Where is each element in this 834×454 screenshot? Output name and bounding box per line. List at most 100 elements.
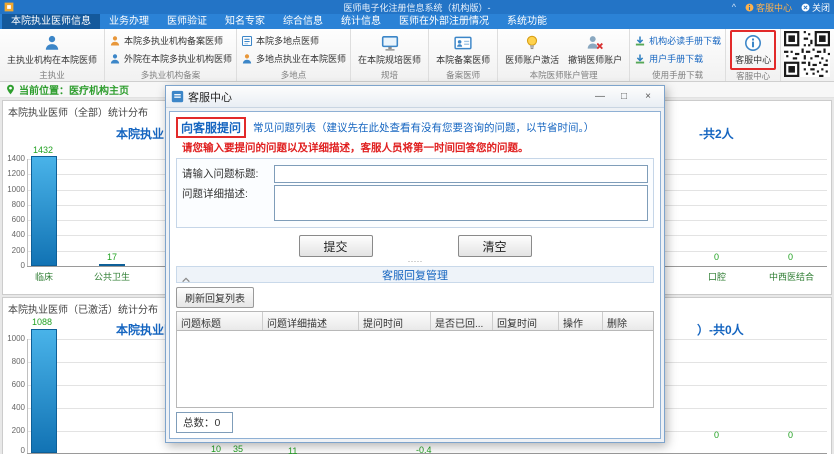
button-institution-manual-download[interactable]: 机构必读手册下载 bbox=[634, 34, 721, 47]
button-user-manual-download[interactable]: 用户手册下载 bbox=[634, 52, 721, 65]
tab-physician-verify[interactable]: 医师验证 bbox=[158, 14, 216, 29]
id-card-icon bbox=[454, 34, 472, 52]
partial-value-label: 35 bbox=[233, 444, 243, 454]
y-tick-label: 200 bbox=[3, 246, 25, 256]
tab-system-functions[interactable]: 系统功能 bbox=[498, 14, 556, 29]
y-tick-label: 0 bbox=[3, 261, 25, 271]
column-header-question-desc[interactable]: 问题详细描述 bbox=[263, 312, 359, 330]
reply-management-header[interactable]: 客服回复管理 bbox=[176, 266, 654, 283]
column-header-replied[interactable]: 是否已回... bbox=[431, 312, 493, 330]
person-icon bbox=[109, 53, 121, 65]
partial-value-label: 10 bbox=[211, 444, 221, 454]
bar-value-label: 17 bbox=[107, 252, 117, 262]
ribbon-group-label: 客服中心 bbox=[730, 70, 776, 82]
ask-service-link[interactable]: 向客服提问 bbox=[176, 117, 246, 138]
tab-hospital-physician-info[interactable]: 本院执业医师信息 bbox=[2, 14, 100, 29]
clear-button[interactable]: 清空 bbox=[458, 235, 532, 257]
ribbon-group-label: 备案医师 bbox=[433, 69, 493, 81]
submit-button[interactable]: 提交 bbox=[299, 235, 373, 257]
dialog-body: 向客服提问 常见问题列表（建议先在此处查看有没有您要咨询的问题，以节省时间。） … bbox=[169, 111, 661, 439]
ribbon-group-multi-site: 本院多地点医师 多地点执业在本院医师 多地点 bbox=[237, 29, 351, 81]
partial-value-label: 11 bbox=[288, 446, 297, 454]
app-icon bbox=[4, 2, 14, 12]
y-tick-label: 200 bbox=[3, 426, 25, 436]
button-activate-physician-account[interactable]: 医师账户激活 bbox=[502, 32, 562, 68]
revoke-user-icon bbox=[586, 34, 604, 52]
bar-value-label: 1432 bbox=[33, 145, 53, 155]
partial-value-label: 0 bbox=[714, 430, 719, 440]
chart-title-right: -共2人 bbox=[699, 125, 734, 142]
y-tick-label: 1000 bbox=[3, 334, 25, 344]
button-external-multi-institution[interactable]: 外院在本院多执业机构医师 bbox=[109, 52, 232, 65]
question-desc-textarea[interactable] bbox=[274, 185, 648, 221]
question-title-input[interactable] bbox=[274, 165, 648, 183]
button-multi-institution-filed[interactable]: 本院多执业机构备案医师 bbox=[109, 34, 232, 47]
window-title: 医师电子化注册信息系统（机构版）- bbox=[344, 1, 491, 14]
bulb-icon bbox=[523, 34, 541, 52]
location-pin-icon bbox=[5, 84, 16, 95]
chart-title-left: 本院执业 bbox=[116, 125, 164, 142]
button-multi-site-in-hospital[interactable]: 多地点执业在本院医师 bbox=[241, 52, 346, 65]
panel-caption: 本院执业医师（已激活）统计分布 bbox=[8, 301, 158, 316]
service-center-dialog: 客服中心 — □ × 向客服提问 常见问题列表（建议先在此处查看有没有您要咨询的… bbox=[165, 85, 665, 443]
tab-business[interactable]: 业务办理 bbox=[100, 14, 158, 29]
titlebar-service-center-button[interactable]: 客服中心 bbox=[745, 1, 792, 14]
tab-statistics[interactable]: 统计信息 bbox=[332, 14, 390, 29]
column-header-reply-time[interactable]: 回复时间 bbox=[493, 312, 559, 330]
refresh-reply-list-button[interactable]: 刷新回复列表 bbox=[176, 287, 254, 308]
bar-clinical bbox=[31, 156, 57, 266]
reply-table-body bbox=[177, 331, 653, 407]
y-tick-label: 800 bbox=[3, 200, 25, 210]
x-category-label: 公共卫生 bbox=[94, 270, 130, 283]
panel-caption: 本院执业医师（全部）统计分布 bbox=[8, 104, 148, 119]
close-icon bbox=[801, 3, 810, 12]
bar-value-label: 1088 bbox=[32, 317, 52, 327]
partial-value-label: 0 bbox=[788, 430, 793, 440]
button-hospital-filed-physicians[interactable]: 本院备案医师 bbox=[433, 32, 493, 68]
reply-table-header: 问题标题 问题详细描述 提问时间 是否已回... 回复时间 操作 删除 bbox=[177, 312, 653, 331]
question-desc-label: 问题详细描述: bbox=[182, 185, 274, 203]
ribbon-group-service-center: 客服中心 客服中心 bbox=[726, 29, 781, 81]
bar-public-health bbox=[99, 264, 125, 266]
ribbon-group-manual-download: 机构必读手册下载 用户手册下载 使用手册下载 bbox=[630, 29, 726, 81]
notice-text: 请您输入要提问的问题以及详细描述，客服人员将第一时间回答您的问题。 bbox=[182, 140, 654, 155]
button-revoke-physician-account[interactable]: 撤销医师账户 bbox=[565, 32, 625, 68]
y-tick-label: 1000 bbox=[3, 185, 25, 195]
y-axis-line bbox=[27, 159, 28, 266]
person-icon bbox=[241, 53, 253, 65]
chevron-up-icon bbox=[181, 271, 191, 289]
reply-table: 问题标题 问题详细描述 提问时间 是否已回... 回复时间 操作 删除 bbox=[176, 311, 654, 408]
bar-value-label: 0 bbox=[788, 252, 793, 262]
button-service-center[interactable]: 客服中心 bbox=[730, 30, 776, 70]
collapse-ribbon-icon[interactable]: ^ bbox=[732, 3, 736, 12]
tab-external-registration[interactable]: 医师在外部注册情况 bbox=[390, 14, 498, 29]
dialog-maximize-button[interactable]: □ bbox=[613, 89, 635, 104]
question-form: 请输入问题标题: 问题详细描述: bbox=[176, 158, 654, 228]
splitter-handle[interactable]: ····· bbox=[176, 258, 654, 265]
list-icon bbox=[241, 35, 253, 47]
column-header-delete[interactable]: 删除 bbox=[603, 312, 653, 330]
y-tick-label: 800 bbox=[3, 357, 25, 367]
bar-clinical bbox=[31, 329, 57, 453]
dialog-close-button[interactable]: × bbox=[637, 89, 659, 104]
ribbon-group-filed-physicians: 本院备案医师 备案医师 bbox=[429, 29, 498, 81]
button-resident-training-physicians[interactable]: 在本院规培医师 bbox=[355, 32, 424, 68]
button-primary-practice-physicians[interactable]: 主执业机构在本院医师 bbox=[4, 32, 100, 68]
faq-list-link[interactable]: 常见问题列表（建议先在此处查看有没有您要咨询的问题，以节省时间。） bbox=[253, 120, 594, 135]
bar-value-label: 0 bbox=[714, 252, 719, 262]
column-header-question-title[interactable]: 问题标题 bbox=[177, 312, 263, 330]
reply-management-title: 客服回复管理 bbox=[382, 267, 448, 283]
button-hospital-multi-site[interactable]: 本院多地点医师 bbox=[241, 34, 346, 47]
titlebar-close-button[interactable]: 关闭 bbox=[801, 1, 830, 14]
ribbon-group-account-management: 医师账户激活 撤销医师账户 本院医师账户管理 bbox=[498, 29, 630, 81]
dialog-minimize-button[interactable]: — bbox=[589, 89, 611, 104]
column-header-ask-time[interactable]: 提问时间 bbox=[359, 312, 431, 330]
tab-general-info[interactable]: 综合信息 bbox=[274, 14, 332, 29]
column-header-action[interactable]: 操作 bbox=[559, 312, 603, 330]
total-count: 总数：0 bbox=[176, 412, 233, 433]
tab-famous-experts[interactable]: 知名专家 bbox=[216, 14, 274, 29]
x-category-label: 临床 bbox=[35, 270, 53, 283]
info-icon bbox=[745, 3, 754, 12]
download-icon bbox=[634, 35, 646, 47]
y-tick-label: 400 bbox=[3, 230, 25, 240]
